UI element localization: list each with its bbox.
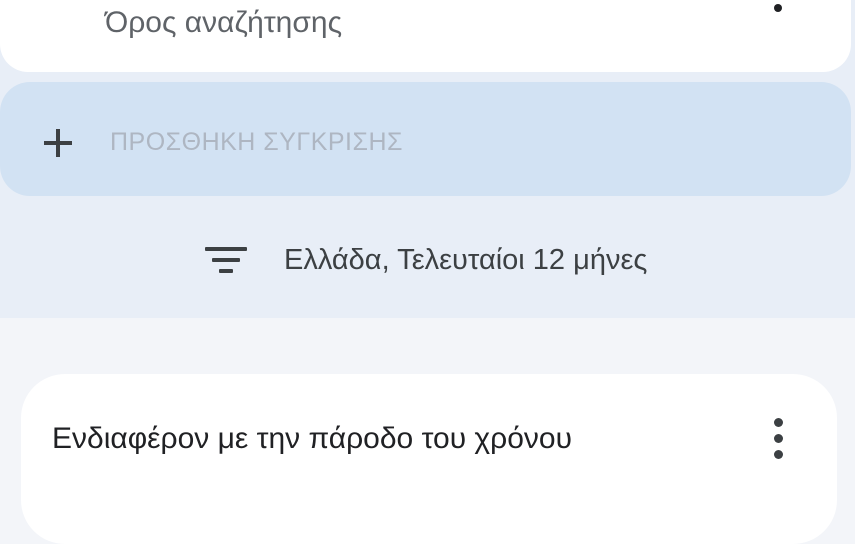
menu-dot — [774, 434, 783, 443]
interest-over-time-card: Ενδιαφέρον με την πάροδο του χρόνου — [21, 374, 837, 544]
more-vert-icon[interactable] — [762, 0, 792, 30]
search-term-subtitle: Όρος αναζήτησης — [105, 6, 343, 39]
search-term-card[interactable]: Όρος αναζήτησης — [0, 0, 851, 72]
add-comparison-button[interactable]: ΠΡΟΣΘΗΚΗ ΣΥΓΚΡΙΣΗΣ — [0, 82, 851, 196]
filter-button[interactable]: Ελλάδα, Τελευταίοι 12 μήνες — [0, 228, 855, 292]
card-title: Ενδιαφέρον με την πάροδο του χρόνου — [52, 422, 573, 455]
menu-dot — [774, 4, 782, 12]
filter-icon — [205, 245, 247, 275]
plus-icon — [42, 127, 74, 159]
filter-label: Ελλάδα, Τελευταίοι 12 μήνες — [284, 244, 648, 276]
menu-dot — [774, 450, 783, 459]
add-comparison-label: ΠΡΟΣΘΗΚΗ ΣΥΓΚΡΙΣΗΣ — [110, 128, 403, 156]
more-vert-icon[interactable] — [763, 414, 795, 464]
menu-dot — [774, 418, 783, 427]
